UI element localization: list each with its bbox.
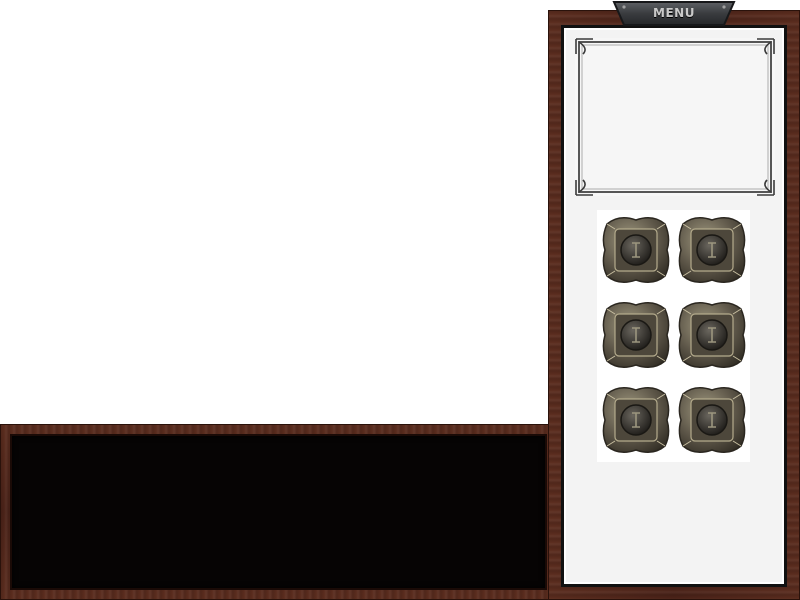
slot-5[interactable] [599, 380, 673, 460]
message-panel [0, 424, 552, 600]
ornate-bronze-socket-icon [602, 217, 670, 283]
game-viewport[interactable] [0, 0, 548, 424]
ornate-bronze-socket-icon [602, 387, 670, 453]
inventory-slot-grid [597, 210, 750, 462]
ornate-bronze-socket-icon [602, 302, 670, 368]
ornate-bronze-socket-icon [678, 217, 746, 283]
slot-4[interactable] [675, 295, 749, 375]
menu-tab-button[interactable]: MENU [612, 0, 736, 27]
ornate-bronze-socket-icon [678, 302, 746, 368]
portrait-frame [575, 38, 775, 196]
slot-2[interactable] [675, 210, 749, 290]
menu-tab-label: MENU [653, 6, 695, 20]
slot-6[interactable] [675, 380, 749, 460]
slot-1[interactable] [599, 210, 673, 290]
slot-3[interactable] [599, 295, 673, 375]
ornate-frame-icon [575, 38, 775, 196]
ornate-bronze-socket-icon [678, 387, 746, 453]
message-log-area[interactable] [10, 434, 547, 590]
